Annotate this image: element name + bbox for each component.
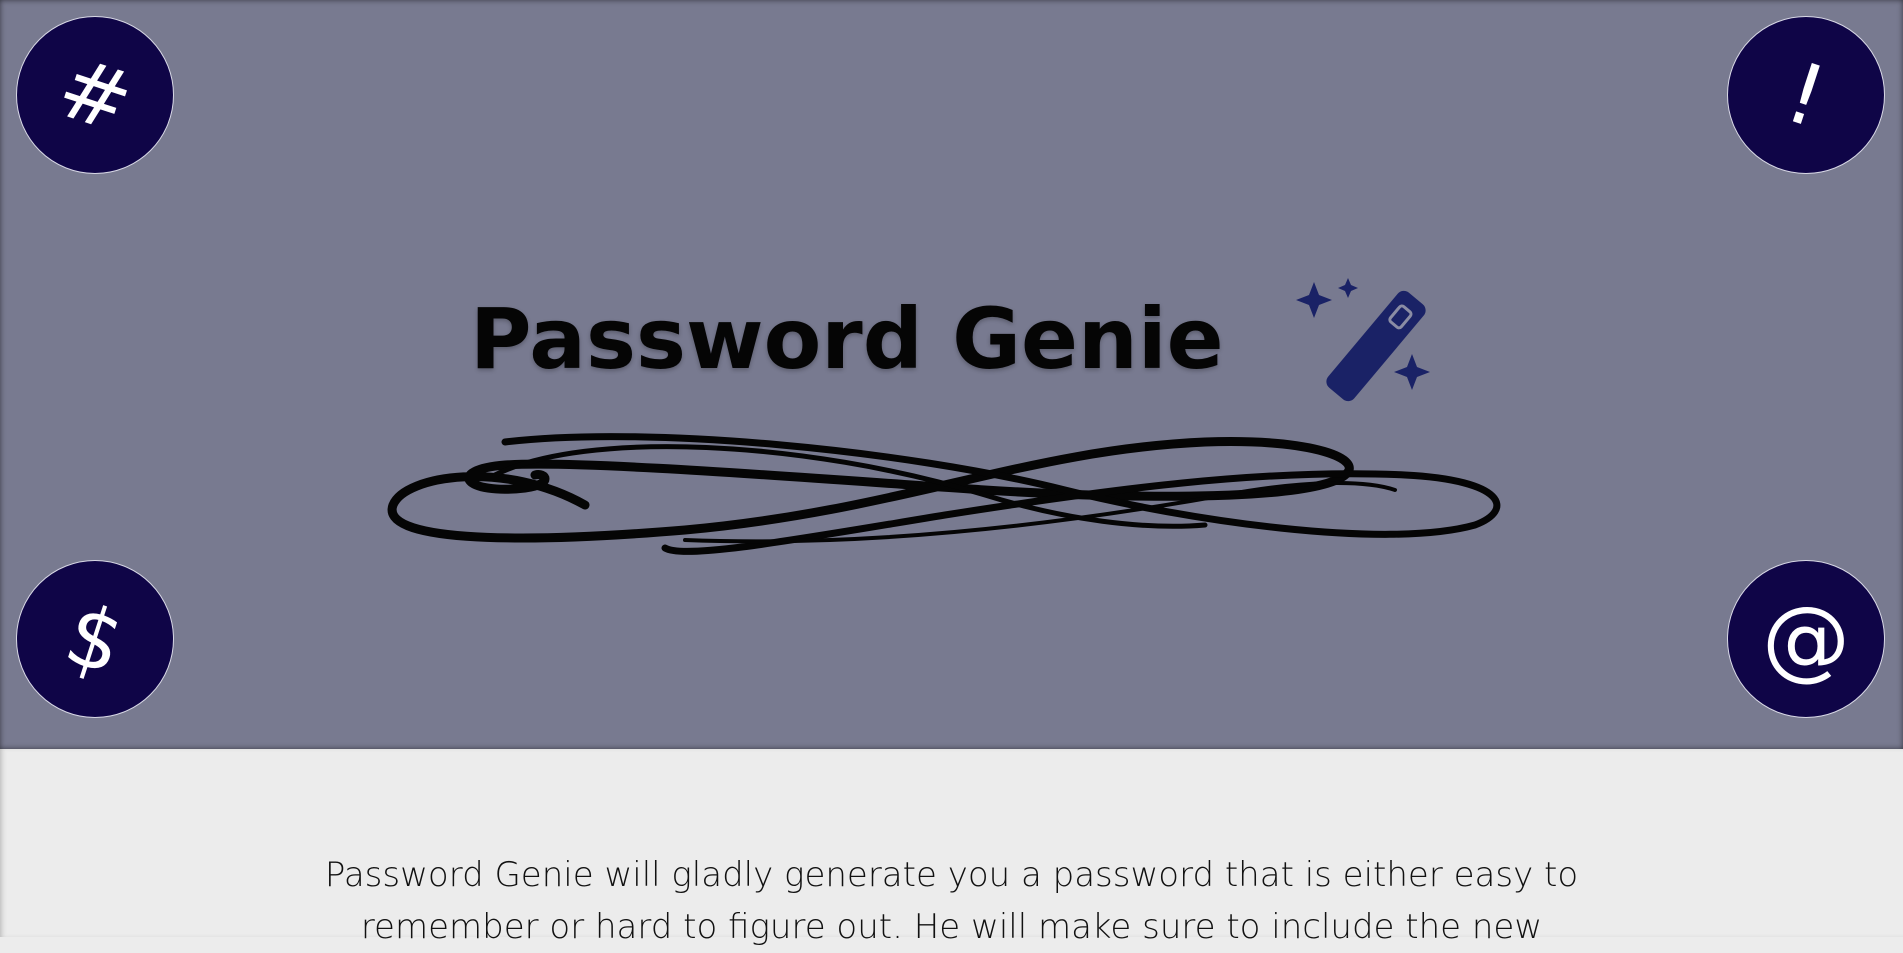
decorative-flourish	[387, 433, 1501, 555]
magic-wand-icon	[1296, 278, 1430, 402]
intro-section: Password Genie will gladly generate you …	[0, 749, 1903, 947]
hash-icon: #	[46, 37, 144, 153]
at-icon: @	[1762, 587, 1850, 690]
at-symbol-button[interactable]: @	[1727, 560, 1885, 718]
hash-symbol-button[interactable]: #	[16, 16, 174, 174]
app-title: Password Genie	[470, 290, 1224, 388]
exclamation-icon: !	[1774, 43, 1838, 147]
hero-banner: # ! $ @ Password Genie	[0, 0, 1903, 749]
dollar-icon: $	[54, 584, 136, 694]
exclamation-symbol-button[interactable]: !	[1727, 16, 1885, 174]
dollar-symbol-button[interactable]: $	[16, 560, 174, 718]
intro-text: Password Genie will gladly generate you …	[324, 855, 1579, 947]
